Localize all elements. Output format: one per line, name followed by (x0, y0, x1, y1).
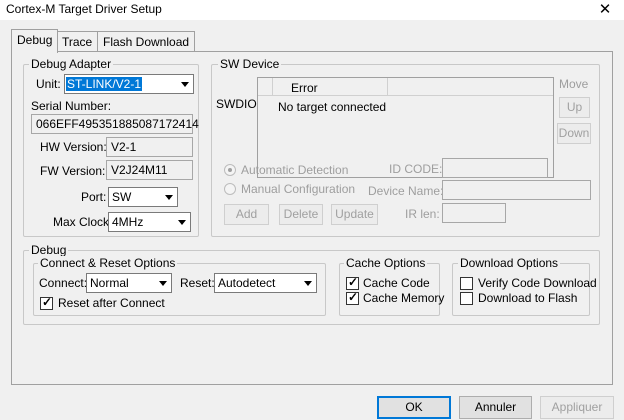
cache-options-legend: Cache Options (344, 256, 428, 270)
download-to-flash-label: Download to Flash (478, 291, 578, 305)
add-button[interactable]: Add (224, 204, 269, 225)
manual-configuration-label: Manual Configuration (241, 182, 356, 196)
reset-after-connect-label: Reset after Connect (58, 296, 165, 310)
tab-trace[interactable]: Trace (56, 31, 99, 51)
debug-legend: Debug (29, 243, 69, 257)
chevron-down-icon[interactable] (177, 75, 193, 93)
move-label: Move (559, 77, 589, 91)
cancel-button[interactable]: Annuler (459, 396, 532, 419)
port-value: SW (112, 190, 132, 204)
move-up-button[interactable]: Up (559, 97, 590, 118)
close-icon[interactable]: ✕ (594, 0, 616, 20)
manual-configuration-radio[interactable] (224, 183, 236, 195)
ok-button[interactable]: OK (377, 396, 451, 419)
delete-button[interactable]: Delete (279, 204, 323, 225)
debug-adapter-legend: Debug Adapter (29, 57, 114, 71)
reset-value: Autodetect (218, 276, 276, 290)
reset-after-connect-checkbox[interactable] (40, 295, 53, 310)
connect-value: Normal (90, 276, 129, 290)
chevron-down-icon[interactable] (155, 274, 171, 292)
connect-select[interactable]: Normal (86, 273, 172, 293)
table-header-error: Error (291, 81, 318, 95)
reset-label: Reset: (180, 276, 215, 290)
serial-number-label: Serial Number: (31, 99, 112, 113)
download-to-flash-checkbox[interactable] (460, 292, 473, 305)
table-column-divider (387, 78, 388, 95)
move-down-button[interactable]: Down (557, 123, 591, 144)
cache-code-checkbox[interactable] (346, 275, 359, 290)
automatic-detection-label: Automatic Detection (241, 163, 349, 177)
max-clock-select[interactable]: 4MHz (108, 212, 191, 232)
chevron-down-icon[interactable] (161, 188, 177, 206)
cache-code-label: Cache Code (363, 276, 430, 290)
reset-select[interactable]: Autodetect (214, 273, 317, 293)
apply-button[interactable]: Appliquer (540, 396, 614, 419)
chevron-down-icon[interactable] (300, 274, 316, 292)
hw-version-field: V2-1 (106, 137, 193, 157)
ir-len-label: IR len: (405, 207, 440, 221)
id-code-field[interactable] (442, 158, 548, 178)
id-code-label: ID CODE: (389, 162, 443, 176)
window-title: Cortex-M Target Driver Setup (6, 2, 162, 16)
device-name-label: Device Name: (368, 184, 444, 198)
active-tab-joiner (12, 50, 54, 53)
chevron-down-icon[interactable] (174, 213, 190, 231)
max-clock-label: Max Clock: (53, 215, 113, 229)
port-select[interactable]: SW (108, 187, 178, 207)
tab-flash-download[interactable]: Flash Download (97, 31, 196, 51)
port-label: Port: (81, 190, 107, 204)
unit-select[interactable]: ST-LINK/V2-1 (64, 74, 194, 94)
table-header-divider (258, 95, 553, 96)
serial-number-field: 066EFF495351885087172414 (31, 114, 199, 134)
verify-code-download-label: Verify Code Download (478, 276, 597, 290)
connect-reset-legend: Connect & Reset Options (38, 256, 178, 270)
ir-len-field[interactable] (442, 203, 506, 223)
swdio-label: SWDIO (216, 97, 257, 111)
cache-memory-checkbox[interactable] (346, 290, 359, 305)
download-options-legend: Download Options (458, 256, 561, 270)
unit-value: ST-LINK/V2-1 (66, 77, 143, 91)
max-clock-value: 4MHz (112, 215, 144, 229)
update-button[interactable]: Update (331, 204, 378, 225)
sw-device-legend: SW Device (218, 57, 282, 71)
connect-label: Connect: (39, 276, 88, 290)
unit-label: Unit: (36, 77, 61, 91)
table-column-divider (272, 78, 273, 95)
verify-code-download-checkbox[interactable] (460, 277, 473, 290)
device-name-field[interactable] (442, 180, 591, 200)
automatic-detection-radio[interactable] (224, 164, 236, 176)
cache-memory-label: Cache Memory (363, 291, 445, 305)
fw-version-field: V2J24M11 (106, 160, 193, 180)
hw-version-label: HW Version: (40, 140, 107, 154)
fw-version-label: FW Version: (40, 164, 106, 178)
table-row: No target connected (278, 100, 387, 114)
